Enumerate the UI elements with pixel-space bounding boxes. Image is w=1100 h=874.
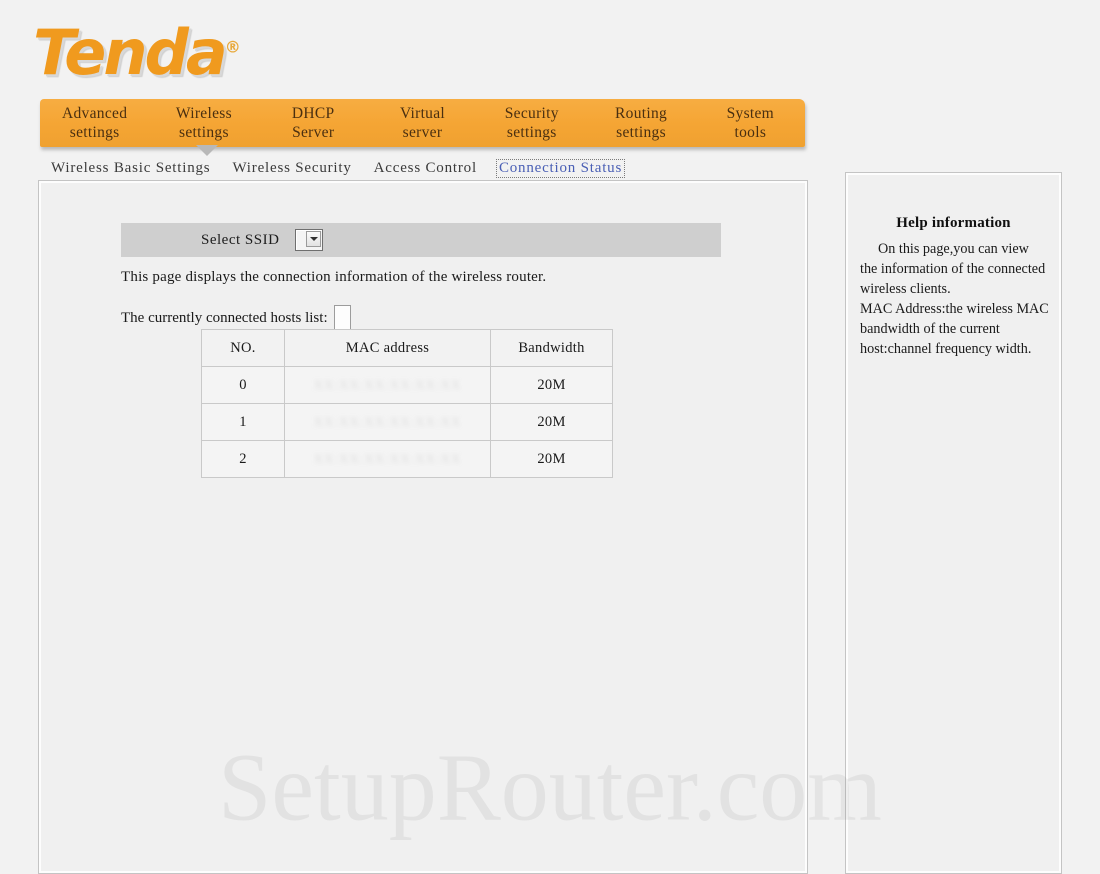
cell-mac-address: XX:XX:XX:XX:XX:XX (284, 440, 491, 478)
hosts-list-row: The currently connected hosts list: (121, 305, 351, 331)
column-header-mac: MAC address (284, 329, 491, 367)
active-section-arrow-icon (196, 145, 218, 156)
redacted-mac-value: XX:XX:XX:XX:XX:XX (313, 451, 462, 466)
nav-item-virtual-server[interactable]: Virtual server (368, 104, 477, 142)
ssid-label: Select SSID (201, 231, 280, 248)
hosts-list-count-field[interactable] (333, 305, 351, 331)
nav-item-label-line1: Virtual (399, 105, 446, 122)
cell-mac-address: XX:XX:XX:XX:XX:XX (284, 403, 491, 441)
help-paragraph-1: On this page,you can view the informatio… (860, 241, 1046, 297)
table-row: 0 XX:XX:XX:XX:XX:XX 20M (201, 366, 613, 404)
brand-name: Tenda (33, 16, 228, 89)
nav-item-label-line2: tools (734, 124, 767, 141)
nav-item-label-line2: Server (292, 124, 335, 141)
cell-mac-address: XX:XX:XX:XX:XX:XX (284, 366, 491, 404)
cell-no: 0 (201, 366, 285, 404)
connected-hosts-table: NO. MAC address Bandwidth 0 XX:XX:XX:XX:… (201, 329, 613, 478)
nav-item-label-line2: settings (179, 124, 229, 141)
page-header: Tenda® (0, 0, 1100, 95)
help-body: On this page,you can view the informatio… (860, 239, 1049, 359)
redacted-mac-value: XX:XX:XX:XX:XX:XX (313, 377, 462, 392)
cell-bandwidth: 20M (490, 366, 613, 404)
nav-item-label-line1: Routing (615, 105, 668, 122)
hosts-list-label: The currently connected hosts list: (121, 309, 328, 326)
ssid-selection-bar: Select SSID (121, 223, 721, 257)
subnav-item-access-control[interactable]: Access Control (371, 159, 480, 178)
main-navigation: Advanced settings Wireless settings DHCP… (40, 99, 805, 147)
subnav-item-wireless-basic-settings[interactable]: Wireless Basic Settings (48, 159, 213, 178)
subnav-item-wireless-security[interactable]: Wireless Security (229, 159, 354, 178)
nav-item-advanced-settings[interactable]: Advanced settings (40, 104, 149, 142)
nav-item-label-line1: Advanced (62, 105, 128, 122)
nav-item-label-line2: settings (69, 124, 120, 141)
nav-item-label-line1: Wireless (175, 105, 232, 122)
help-paragraph-2: MAC Address:the wireless MAC bandwidth o… (860, 301, 1049, 357)
column-header-no: NO. (201, 329, 285, 367)
nav-item-label-line2: settings (506, 124, 557, 141)
table-row: 2 XX:XX:XX:XX:XX:XX 20M (201, 440, 613, 478)
table-header-row: NO. MAC address Bandwidth (201, 329, 613, 367)
registered-trademark-icon: ® (224, 37, 241, 57)
table-row: 1 XX:XX:XX:XX:XX:XX 20M (201, 403, 613, 441)
tenda-logo: Tenda® (33, 22, 241, 84)
chevron-down-icon (306, 231, 322, 247)
nav-item-label-line2: settings (616, 124, 666, 141)
nav-item-security-settings[interactable]: Security settings (477, 104, 586, 142)
cell-no: 2 (201, 440, 285, 478)
sub-navigation: Wireless Basic Settings Wireless Securit… (48, 158, 641, 179)
nav-item-wireless-settings[interactable]: Wireless settings (149, 104, 258, 142)
nav-item-routing-settings[interactable]: Routing settings (586, 104, 695, 142)
cell-no: 1 (201, 403, 285, 441)
column-header-bandwidth: Bandwidth (490, 329, 613, 367)
cell-bandwidth: 20M (490, 403, 613, 441)
ssid-select[interactable] (295, 229, 324, 251)
page-description: This page displays the connection inform… (121, 269, 547, 285)
nav-item-label-line1: System (726, 105, 775, 122)
nav-item-dhcp-server[interactable]: DHCP Server (259, 104, 368, 142)
nav-item-label-line1: DHCP (291, 105, 335, 122)
nav-item-label-line2: server (402, 124, 443, 141)
help-panel: Help information On this page,you can vi… (845, 172, 1062, 874)
nav-item-label-line1: Security (504, 105, 559, 122)
subnav-item-connection-status[interactable]: Connection Status (495, 159, 626, 178)
cell-bandwidth: 20M (490, 440, 613, 478)
redacted-mac-value: XX:XX:XX:XX:XX:XX (313, 414, 462, 429)
help-title: Help information (896, 215, 1011, 231)
nav-item-system-tools[interactable]: System tools (696, 104, 805, 142)
main-content-panel: Select SSID This page displays the conne… (38, 180, 808, 874)
